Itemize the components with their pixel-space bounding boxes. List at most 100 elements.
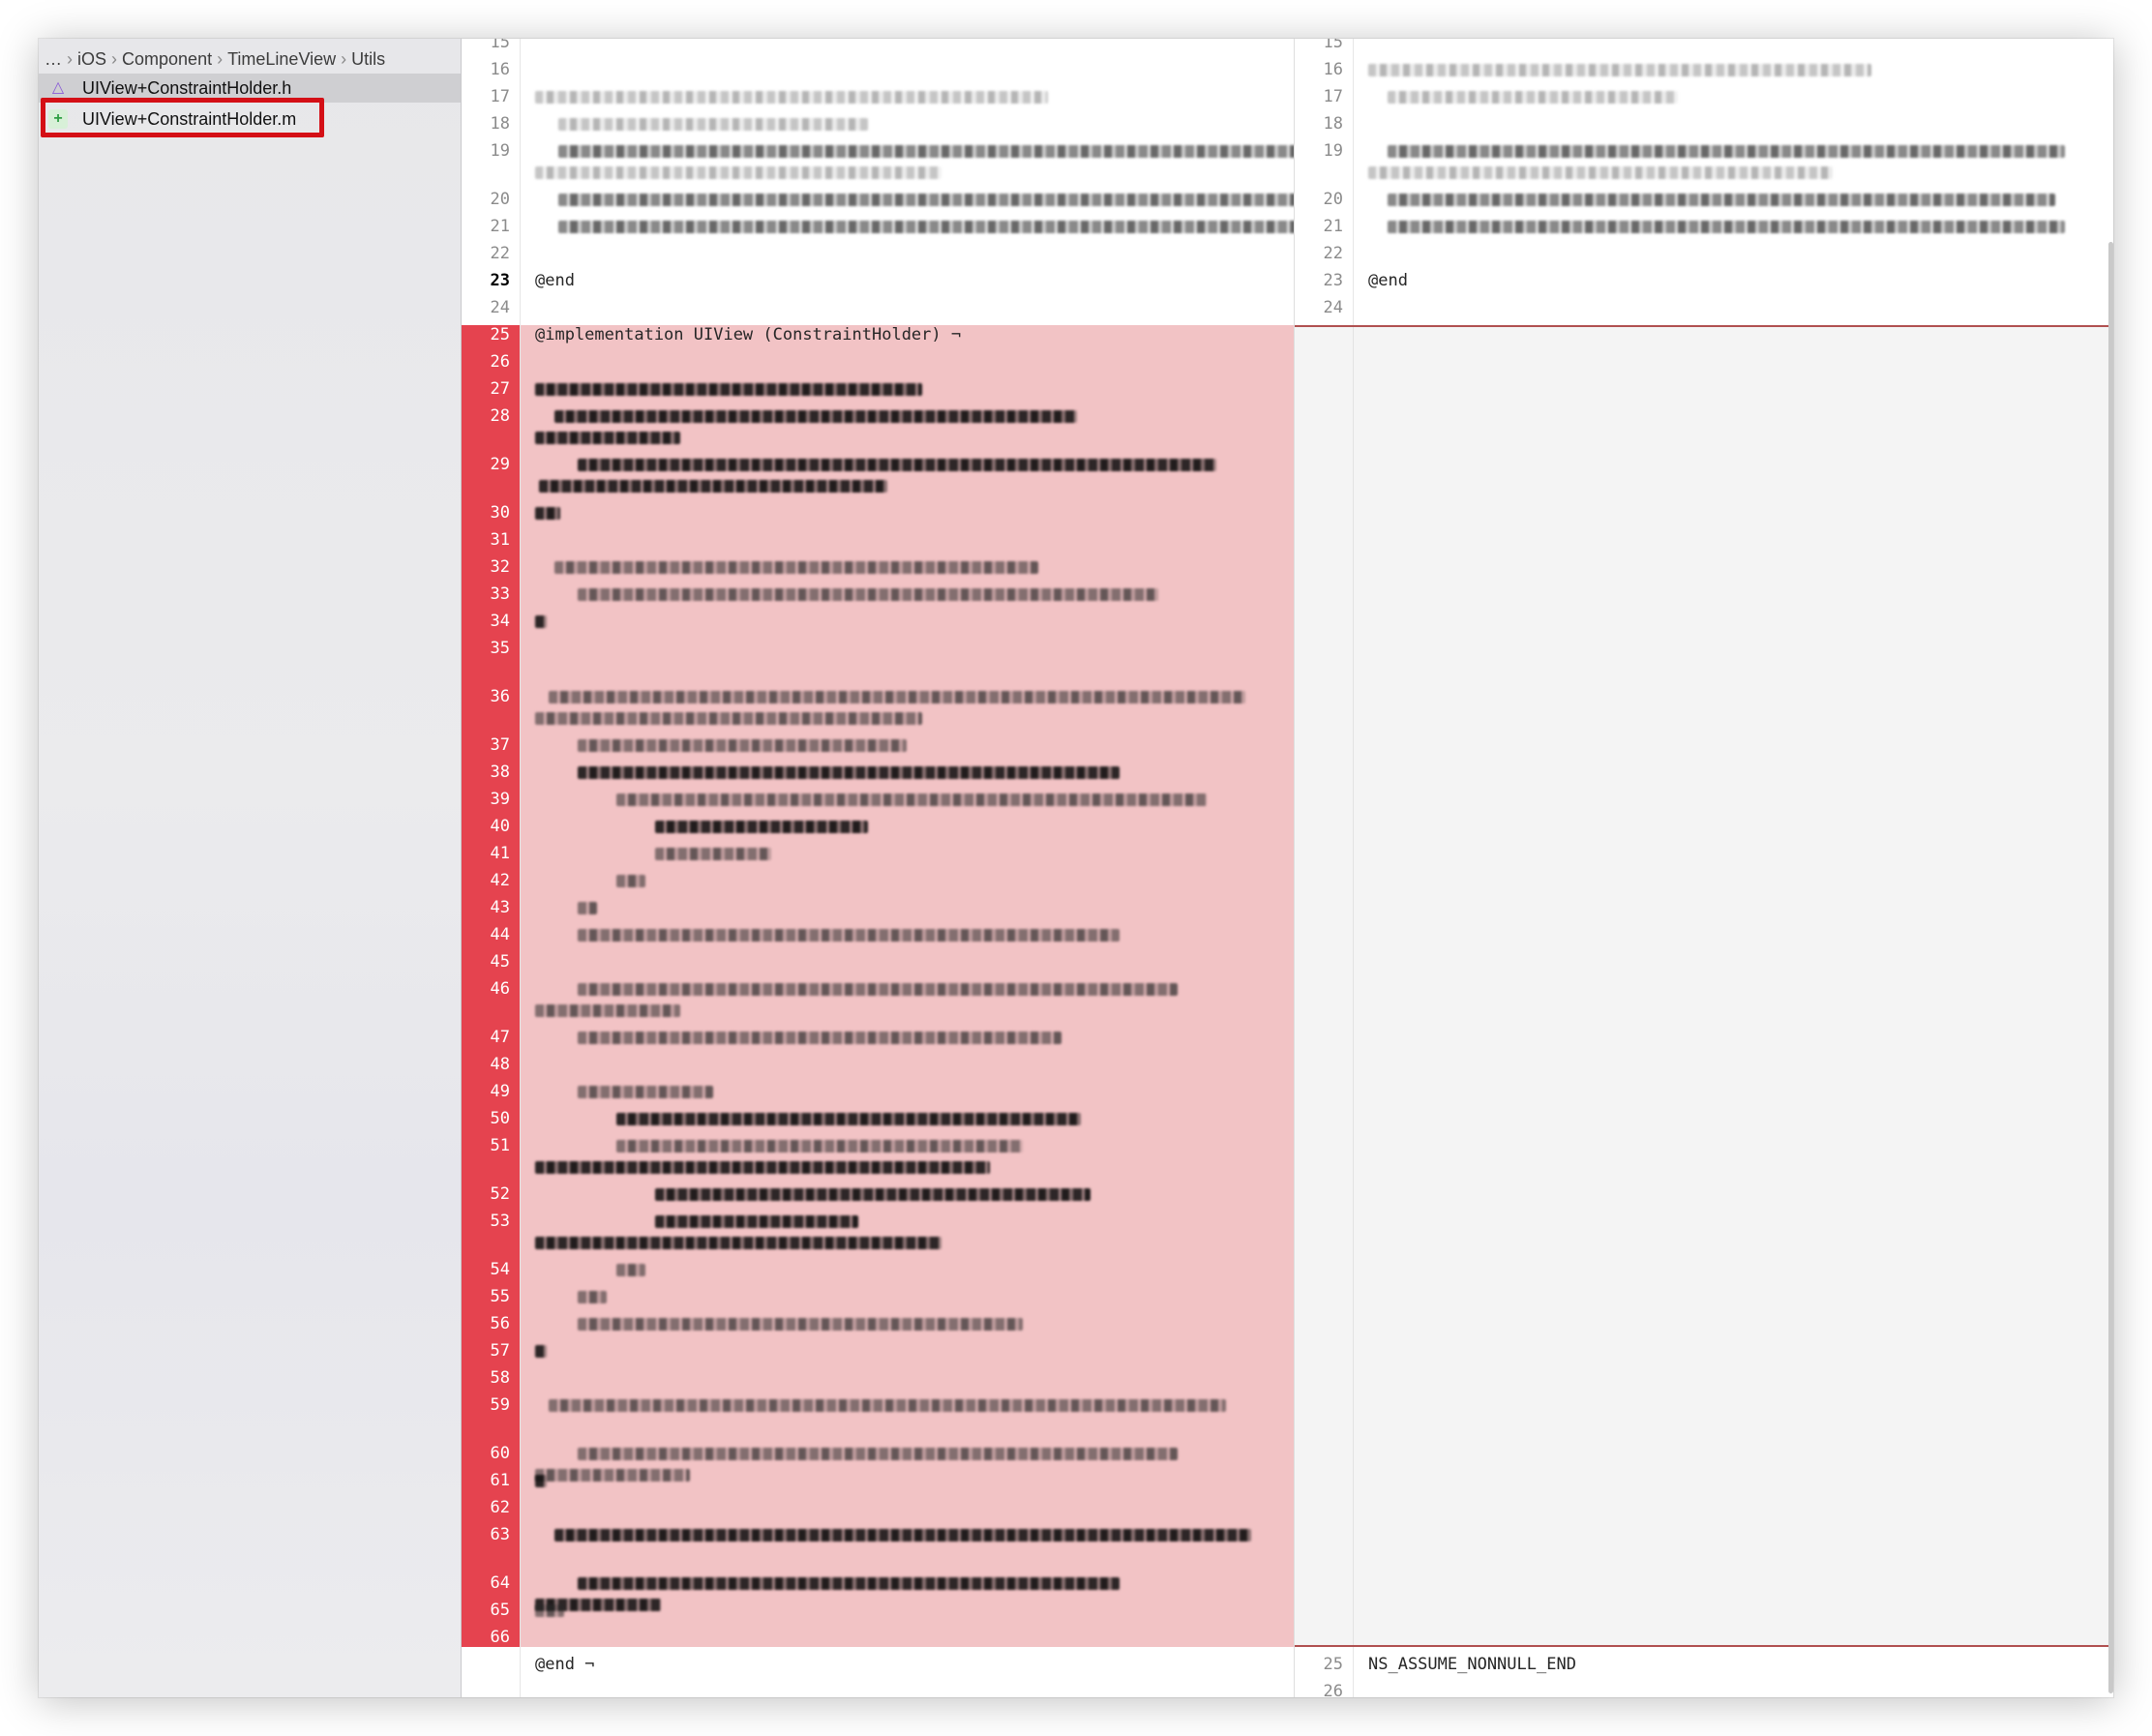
line-number: 38 [490,763,510,782]
redacted-code [578,1448,1178,1460]
redacted-code [616,1140,1023,1152]
breadcrumb-utils[interactable]: Utils [351,48,385,70]
redacted-code [558,145,1294,158]
line-number: 27 [490,379,510,399]
line-number: 53 [490,1212,510,1231]
code-line[interactable]: @end ¬ [535,1655,594,1674]
line-number: 61 [490,1471,510,1490]
redacted-code [535,1004,680,1017]
line-number: 24 [1323,298,1343,317]
line-number: 51 [490,1136,510,1155]
code-line[interactable]: @implementation UIView (ConstraintHolder… [535,325,961,344]
redacted-code [535,91,1048,104]
redacted-code [1368,166,1833,179]
redacted-code [558,118,868,131]
breadcrumb-timelineview[interactable]: TimeLineView [227,48,336,70]
redacted-code [655,1188,1091,1201]
redacted-code [1368,64,1871,76]
line-number: 16 [490,60,510,79]
deleted-gap [1295,325,2113,1647]
breadcrumb-ios[interactable]: iOS [77,48,106,70]
redacted-code [554,410,1077,423]
redacted-code [578,588,1158,601]
line-number: 16 [1323,60,1343,79]
redacted-code [578,739,907,752]
deleted-gap-gutter [1295,327,1354,1645]
redacted-code [616,875,645,887]
redacted-code [558,194,1294,206]
line-number: 48 [490,1055,510,1074]
redacted-code [616,1113,1081,1125]
scrollbar[interactable] [2108,242,2113,1693]
line-number: 34 [490,612,510,631]
code-line[interactable]: @end [535,271,575,290]
line-number: 17 [490,87,510,106]
redacted-code [535,432,680,444]
breadcrumb: … › iOS › Component › TimeLineView › Utils [45,48,385,70]
diff-left-pane[interactable]: 15 16 17 18 19 20 21 22 23 @end 24 25 @implementatio… [462,39,1295,1697]
redacted-code [655,1215,858,1228]
redacted-code [554,1529,1251,1541]
line-number: 25 [490,325,510,344]
line-number: 15 [1323,39,1343,52]
line-number: 21 [1323,217,1343,236]
redacted-code [535,1604,564,1617]
redacted-code [578,1032,1061,1044]
line-number: 35 [490,639,510,658]
redacted-code [578,1291,607,1303]
breadcrumb-ellipsis[interactable]: … [45,48,62,70]
line-number: 28 [490,406,510,426]
line-number: 15 [490,39,510,52]
redacted-code [1388,91,1678,104]
line-number: 26 [490,352,510,372]
redacted-code [558,221,1294,233]
redacted-code [535,1237,942,1249]
redacted-code [578,983,1178,996]
line-number: 49 [490,1082,510,1101]
line-number: 24 [490,298,510,317]
line-number: 55 [490,1287,510,1306]
line-number: 17 [1323,87,1343,106]
redacted-code [535,1475,547,1487]
line-number: 66 [490,1628,510,1647]
line-number: 47 [490,1028,510,1047]
redacted-code [578,459,1216,471]
line-number: 67 [490,1655,510,1674]
line-number: 54 [490,1260,510,1279]
line-number: 46 [490,979,510,999]
line-number: 20 [490,190,510,209]
line-number: 42 [490,871,510,890]
line-number: 39 [490,790,510,809]
line-number: 57 [490,1341,510,1361]
xcode-window: … › iOS › Component › TimeLineView › Utils △ UIV… [39,39,2113,1697]
line-number: 43 [490,898,510,917]
code-line[interactable]: NS_ASSUME_NONNULL_END [1368,1655,1576,1674]
file-navigator: … › iOS › Component › TimeLineView › Utils △ UIV… [39,39,462,1697]
redacted-code [578,1318,1023,1331]
line-number: 56 [490,1314,510,1333]
redacted-code [535,1345,547,1358]
redacted-code [554,561,1038,574]
line-number: 41 [490,844,510,863]
line-number: 18 [490,114,510,134]
line-number: 30 [490,503,510,523]
breadcrumb-component[interactable]: Component [122,48,212,70]
code-line[interactable]: @end [1368,271,1408,290]
line-number: 36 [490,687,510,706]
line-number: 52 [490,1184,510,1204]
diff-right-pane[interactable]: 15 16 17 18 19 20 21 22 23 @end 24 25 NS_ASSUME_NONN… [1295,39,2113,1697]
line-number: 22 [1323,244,1343,263]
redacted-code [616,793,1207,806]
redacted-code [578,929,1120,942]
redacted-code [535,166,942,179]
line-number: 19 [1323,141,1343,161]
redacted-code [578,902,597,914]
redacted-code [535,507,560,520]
line-number: 21 [490,217,510,236]
line-number: 40 [490,817,510,836]
chevron-right-icon: › [111,49,118,69]
line-number: 60 [490,1444,510,1463]
redacted-code [535,615,547,628]
highlight-annotation [41,98,324,137]
line-number: 64 [490,1573,510,1593]
